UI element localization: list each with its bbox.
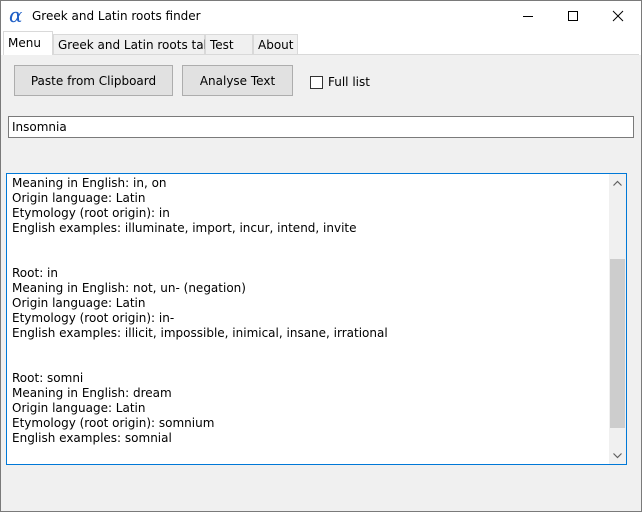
result-line: Root: in (12, 266, 58, 280)
menu-panel: Paste from Clipboard Analyse Text Full l… (2, 55, 640, 510)
result-line: Origin language: Latin (12, 296, 146, 310)
result-line: Meaning in English: in, on (12, 176, 167, 190)
result-line (12, 356, 602, 371)
chevron-down-icon (613, 452, 622, 458)
result-line: Etymology (root origin): in (12, 206, 170, 220)
tab-strip: Menu Greek and Latin roots table Test Ab… (1, 31, 641, 55)
result-line (12, 251, 602, 266)
tab-roots-table[interactable]: Greek and Latin roots table (53, 34, 222, 54)
close-button[interactable] (595, 1, 641, 31)
tab-test[interactable]: Test (205, 34, 253, 54)
results-text: Meaning in English: in, on Origin languag… (12, 176, 602, 446)
minimize-button[interactable] (505, 1, 551, 31)
app-window: α Greek and Latin roots finder Menu Gree… (0, 0, 642, 512)
result-line: Origin language: Latin (12, 191, 146, 205)
analyse-text-button[interactable]: Analyse Text (182, 65, 293, 96)
results-textbox[interactable]: Meaning in English: in, on Origin languag… (6, 173, 627, 465)
scroll-thumb[interactable] (610, 258, 625, 428)
window-title: Greek and Latin roots finder (32, 9, 201, 23)
result-line: English examples: illuminate, import, in… (12, 221, 357, 235)
result-line: Etymology (root origin): somnium (12, 416, 215, 430)
result-line: English examples: illicit, impossible, i… (12, 326, 388, 340)
full-list-label: Full list (328, 75, 370, 89)
scroll-up-button[interactable] (609, 174, 626, 191)
vertical-scrollbar[interactable] (609, 174, 626, 464)
result-line (12, 236, 602, 251)
close-icon (612, 10, 624, 22)
full-list-checkbox[interactable] (310, 75, 323, 89)
result-line (12, 341, 602, 356)
result-line: English examples: somnial (12, 431, 172, 445)
result-line: Meaning in English: not, un- (negation) (12, 281, 246, 295)
result-line: Origin language: Latin (12, 401, 146, 415)
maximize-button[interactable] (550, 1, 596, 31)
tab-menu[interactable]: Menu (3, 31, 53, 55)
result-line: Root: somni (12, 371, 84, 385)
maximize-icon (568, 11, 578, 21)
result-line: Etymology (root origin): in- (12, 311, 175, 325)
alpha-icon: α (9, 3, 23, 27)
minimize-icon (523, 16, 533, 17)
tab-about[interactable]: About (253, 34, 298, 54)
chevron-up-icon (613, 180, 622, 186)
word-input[interactable]: Insomnia (8, 116, 634, 138)
paste-from-clipboard-button[interactable]: Paste from Clipboard (14, 65, 173, 96)
scroll-down-button[interactable] (609, 447, 626, 464)
result-line: Meaning in English: dream (12, 386, 172, 400)
full-list-option[interactable]: Full list (310, 74, 370, 90)
title-bar[interactable]: α Greek and Latin roots finder (1, 1, 641, 31)
